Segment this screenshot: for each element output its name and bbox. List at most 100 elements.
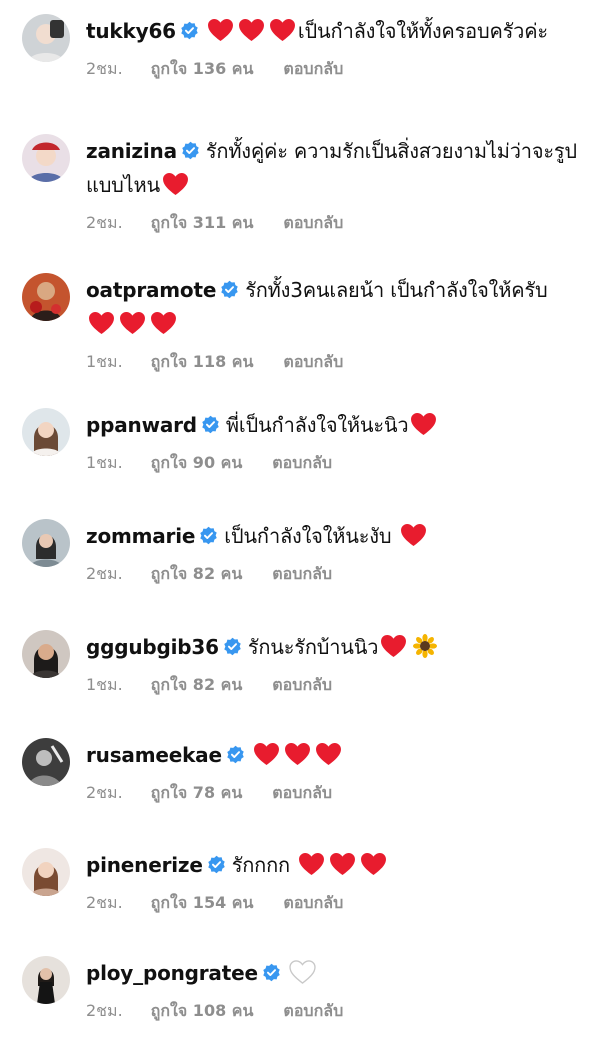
red-heart-icon: [269, 18, 295, 42]
red-heart-icon: [238, 18, 264, 42]
avatar[interactable]: [22, 519, 70, 567]
username-link[interactable]: zanizina: [86, 139, 177, 163]
reply-button[interactable]: ตอบกลับ: [272, 675, 332, 694]
comment-text-line: ppanward พี่เป็นกำลังใจให้นะนิว: [86, 408, 580, 442]
likes-count[interactable]: ถูกใจ 108 คน: [151, 1001, 254, 1020]
avatar-image: [22, 519, 70, 567]
comment-text-line: oatpramote รักทั้ง3คนเลยน้า เป็นกำลังใจให…: [86, 273, 580, 341]
red-heart-icon: [163, 172, 188, 196]
comment-meta: 2ชม. ถูกใจ 154 คน ตอบกลับ: [86, 892, 580, 914]
timestamp: 2ชม.: [86, 1001, 123, 1020]
red-heart-icon: [381, 634, 407, 658]
avatar-image: [22, 738, 70, 786]
avatar[interactable]: [22, 848, 70, 896]
reply-button[interactable]: ตอบกลับ: [272, 783, 332, 802]
comment-text-line: rusameekae: [86, 738, 580, 772]
red-heart-icon: [207, 18, 233, 42]
red-heart-icon: [120, 311, 145, 335]
username-link[interactable]: gggubgib36: [86, 635, 219, 659]
red-heart-icon: [411, 412, 437, 436]
reply-button[interactable]: ตอบกลับ: [283, 352, 343, 371]
verified-badge-icon: [227, 745, 244, 764]
verified-badge-icon: [200, 526, 217, 545]
reply-button[interactable]: ตอบกลับ: [272, 453, 332, 472]
verified-badge-icon: [207, 855, 225, 874]
timestamp: 1ชม.: [86, 453, 123, 472]
verified-badge-icon: [181, 21, 198, 40]
username-link[interactable]: zommarie: [86, 524, 195, 548]
verified-badge-icon: [263, 963, 280, 982]
avatar-image: [22, 956, 70, 1004]
comment-text: รักกกก: [231, 853, 290, 877]
timestamp: 2ชม.: [86, 213, 123, 232]
verified-badge-icon: [224, 637, 241, 656]
username-link[interactable]: pinenerize: [86, 853, 203, 877]
avatar[interactable]: [22, 956, 70, 1004]
avatar-image: [22, 134, 70, 182]
comment-text: เป็นกำลังใจให้นะงับ: [224, 524, 392, 548]
avatar[interactable]: [22, 273, 70, 321]
likes-count[interactable]: ถูกใจ 90 คน: [151, 453, 243, 472]
likes-count[interactable]: ถูกใจ 118 คน: [151, 352, 254, 371]
avatar[interactable]: [22, 134, 70, 182]
comment-text-line: gggubgib36 รักนะรักบ้านนิว: [86, 630, 580, 664]
avatar-image: [22, 273, 70, 321]
likes-count[interactable]: ถูกใจ 82 คน: [151, 564, 243, 583]
avatar[interactable]: [22, 738, 70, 786]
avatar[interactable]: [22, 408, 70, 456]
comment-text: พี่เป็นกำลังใจให้นะนิว: [225, 413, 409, 437]
comment-text-line: tukky66 เป็นกำลังใจให้ทั้งครอบครัวค่ะ: [86, 14, 580, 48]
comment-meta: 2ชม. ถูกใจ 311 คน ตอบกลับ: [86, 212, 580, 234]
comment-meta: 1ชม. ถูกใจ 90 คน ตอบกลับ: [86, 452, 580, 474]
comment-text-line: zommarie เป็นกำลังใจให้นะงับ: [86, 519, 580, 553]
username-link[interactable]: tukky66: [86, 19, 176, 43]
comment-meta: 2ชม. ถูกใจ 136 คน ตอบกลับ: [86, 58, 580, 80]
likes-count[interactable]: ถูกใจ 78 คน: [151, 783, 243, 802]
red-heart-icon: [330, 852, 356, 876]
likes-count[interactable]: ถูกใจ 311 คน: [151, 213, 254, 232]
comment-text: รักนะรักบ้านนิว: [247, 635, 379, 659]
reply-button[interactable]: ตอบกลับ: [272, 564, 332, 583]
red-heart-icon: [400, 523, 426, 547]
username-link[interactable]: oatpramote: [86, 278, 216, 302]
reply-button[interactable]: ตอบกลับ: [283, 59, 343, 78]
username-link[interactable]: ploy_pongratee: [86, 961, 258, 985]
comment-text-line: zanizina รักทั้งคู่ค่ะ ความรักเป็นสิ่งสวย…: [86, 134, 580, 202]
comment-meta: 2ชม. ถูกใจ 82 คน ตอบกลับ: [86, 563, 580, 585]
avatar[interactable]: [22, 14, 70, 62]
red-heart-icon: [361, 852, 387, 876]
avatar-image: [22, 408, 70, 456]
verified-badge-icon: [182, 141, 199, 160]
timestamp: 1ชม.: [86, 352, 123, 371]
username-link[interactable]: ppanward: [86, 413, 197, 437]
comment-list: tukky66 เป็นกำลังใจให้ทั้งครอบครัวค่ะ 2ชม…: [0, 0, 600, 1037]
likes-count[interactable]: ถูกใจ 154 คน: [151, 893, 254, 912]
likes-count[interactable]: ถูกใจ 136 คน: [151, 59, 254, 78]
comment-text-line: pinenerize รักกกก: [86, 848, 580, 882]
username-link[interactable]: rusameekae: [86, 743, 222, 767]
reply-button[interactable]: ตอบกลับ: [283, 1001, 343, 1020]
sunflower-icon: [413, 634, 438, 658]
red-heart-icon: [151, 311, 176, 335]
timestamp: 2ชม.: [86, 783, 123, 802]
red-heart-icon: [253, 742, 279, 766]
red-heart-icon: [299, 852, 325, 876]
comment-meta: 1ชม. ถูกใจ 118 คน ตอบกลับ: [86, 351, 580, 373]
comment-meta: 1ชม. ถูกใจ 82 คน ตอบกลับ: [86, 674, 580, 696]
red-heart-icon: [89, 311, 114, 335]
comment-text-line: ploy_pongratee: [86, 956, 580, 990]
red-heart-icon: [284, 742, 310, 766]
red-heart-icon: [315, 742, 341, 766]
avatar-image: [22, 848, 70, 896]
timestamp: 2ชม.: [86, 59, 123, 78]
reply-button[interactable]: ตอบกลับ: [283, 213, 343, 232]
verified-badge-icon: [202, 415, 219, 434]
comment-meta: 2ชม. ถูกใจ 78 คน ตอบกลับ: [86, 782, 580, 804]
avatar[interactable]: [22, 630, 70, 678]
avatar-image: [22, 630, 70, 678]
likes-count[interactable]: ถูกใจ 82 คน: [151, 675, 243, 694]
comment-meta: 2ชม. ถูกใจ 108 คน ตอบกลับ: [86, 1000, 580, 1022]
avatar-image: [22, 14, 70, 62]
reply-button[interactable]: ตอบกลับ: [283, 893, 343, 912]
comment-text: รักทั้ง3คนเลยน้า เป็นกำลังใจให้ครับ: [245, 278, 548, 302]
